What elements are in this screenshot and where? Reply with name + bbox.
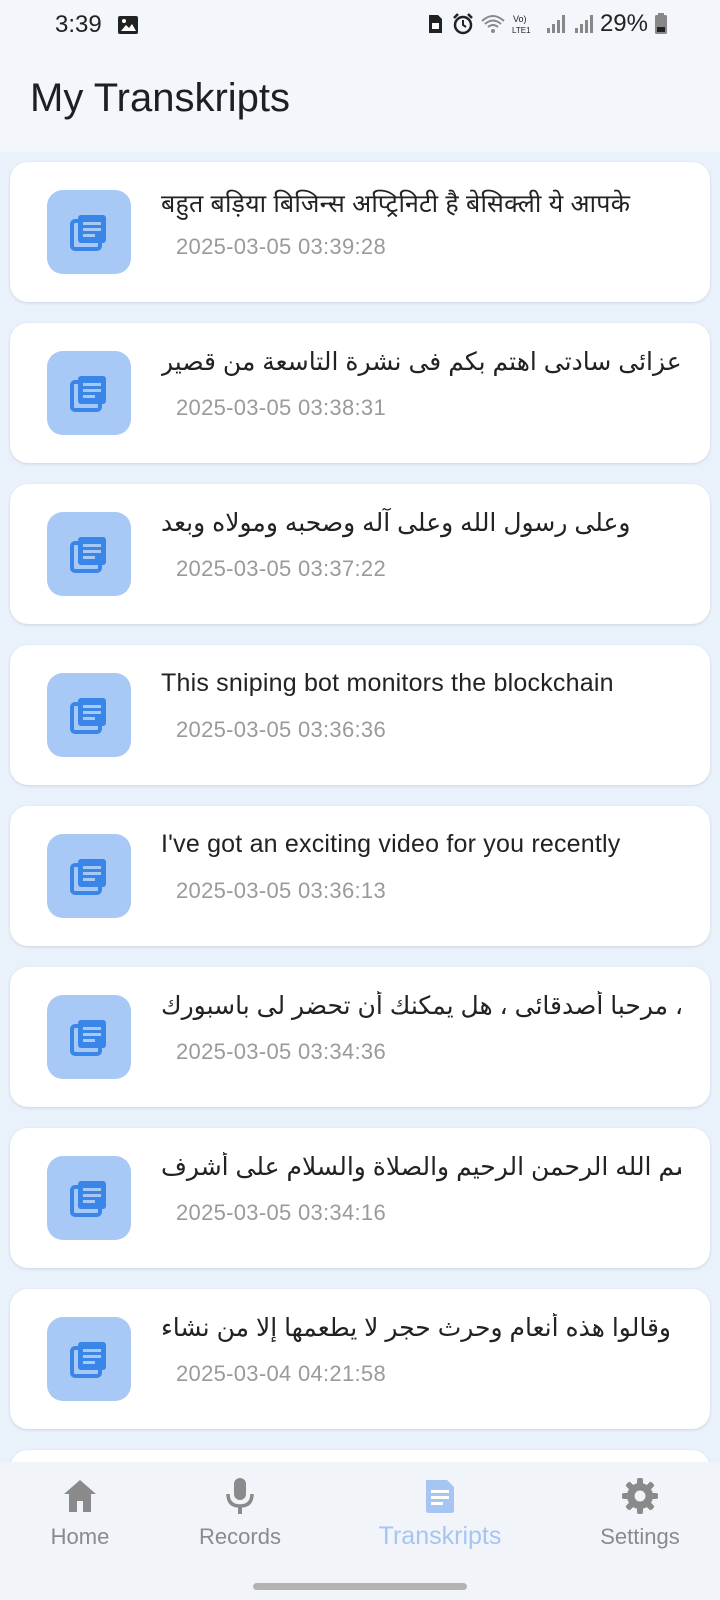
home-icon [64, 1480, 96, 1512]
alarm-icon [453, 13, 473, 35]
wifi-icon [481, 15, 505, 33]
status-icons: Vo) LTE1 29% [424, 10, 668, 38]
transcript-date: 2025-03-05 03:34:16 [176, 1200, 386, 1225]
transcript-icon [47, 1317, 131, 1401]
app-header: My Transkripts [0, 52, 720, 152]
nav-records-label: Records [199, 1524, 281, 1549]
volte-icon: Vo) LTE1 [512, 14, 531, 35]
transcript-title: This sniping bot monitors the blockchain [161, 669, 614, 697]
gear-icon [622, 1478, 658, 1514]
transcript-card[interactable]: مرحبا أصدقائی ، هل یمکنك أن تحضر لی باسب… [10, 967, 710, 1107]
microphone-icon [226, 1478, 254, 1514]
transcript-card[interactable]: وعلى رسول الله وعلى آله وصحبه ومولاه وبع… [10, 484, 710, 624]
transcript-title: I've got an exciting video for you recen… [161, 830, 621, 858]
image-icon [118, 16, 138, 34]
transcript-title: بسم الله الرحمن الرحيم والصلاة والسلام ع… [161, 1153, 681, 1181]
transcript-icon [47, 995, 131, 1079]
transcript-date: 2025-03-05 03:37:22 [176, 556, 386, 581]
transcript-title: बहुत बड़िया बिजिन्स अप्ट्रिनिटी है बेसिक… [161, 190, 631, 218]
transcript-icon [47, 1156, 131, 1240]
transcript-title: اعزائی سادتی اهتم بكم فی نشرة التاسعة من… [161, 348, 681, 376]
transcript-title: مرحبا أصدقائی ، هل یمکنك أن تحضر لی باسب… [161, 992, 681, 1020]
transcript-date: 2025-03-05 03:36:36 [176, 717, 386, 742]
transcript-card[interactable]: وقالوا هذه أنعام وحرث حجر لا يطعمها إلا … [10, 1289, 710, 1429]
nav-settings-label: Settings [600, 1524, 680, 1549]
battery-icon [655, 13, 667, 34]
transcript-icon [47, 512, 131, 596]
transcript-list[interactable]: बहुत बड़िया बिजिन्स अप्ट्रिनिटी है बेसिक… [0, 152, 720, 1462]
transcript-card-partial[interactable] [10, 1450, 710, 1462]
bottom-nav: Home Records Transkripts Settings [0, 1462, 720, 1600]
transcript-card[interactable]: बहुत बड़िया बिजिन्स अप्ट्रिनिटी है बेसिक… [10, 162, 710, 302]
transcript-icon [47, 351, 131, 435]
signal-icon [546, 15, 565, 33]
transcript-title: وقالوا هذه أنعام وحرث حجر لا يطعمها إلا … [161, 1314, 671, 1342]
nav-home-label: Home [50, 1524, 110, 1549]
nav-home[interactable]: Home [0, 1476, 160, 1566]
svg-text:Vo): Vo) [513, 14, 527, 24]
transcript-card[interactable]: I've got an exciting video for you recen… [10, 806, 710, 946]
signal-icon [574, 15, 593, 33]
status-time: 3:39 [55, 11, 102, 38]
transcript-icon [47, 190, 131, 274]
nav-transkripts[interactable]: Transkripts [360, 1476, 520, 1566]
document-icon [426, 1480, 454, 1513]
status-bar: 3:39 Vo) LTE1 29% [0, 0, 720, 52]
nav-records[interactable]: Records [160, 1476, 320, 1566]
transcript-title: وعلى رسول الله وعلى آله وصحبه ومولاه وبع… [161, 509, 631, 537]
transcript-card[interactable]: بسم الله الرحمن الرحيم والصلاة والسلام ع… [10, 1128, 710, 1268]
nav-transkripts-label: Transkripts [378, 1522, 502, 1550]
transcript-date: 2025-03-05 03:34:36 [176, 1039, 386, 1064]
transcript-date: 2025-03-04 04:21:58 [176, 1361, 386, 1386]
transcript-card[interactable]: اعزائی سادتی اهتم بكم فی نشرة التاسعة من… [10, 323, 710, 463]
home-indicator[interactable] [253, 1583, 467, 1590]
sim-icon [428, 15, 442, 33]
svg-text:LTE1: LTE1 [512, 26, 531, 35]
transcript-card[interactable]: This sniping bot monitors the blockchain… [10, 645, 710, 785]
transcript-date: 2025-03-05 03:38:31 [176, 395, 386, 420]
page-title: My Transkripts [30, 76, 291, 120]
transcript-icon [47, 673, 131, 757]
transcript-icon [47, 834, 131, 918]
transcript-date: 2025-03-05 03:36:13 [176, 878, 386, 903]
battery-percent: 29% [599, 10, 648, 37]
nav-settings[interactable]: Settings [560, 1476, 720, 1566]
transcript-date: 2025-03-05 03:39:28 [176, 234, 386, 259]
